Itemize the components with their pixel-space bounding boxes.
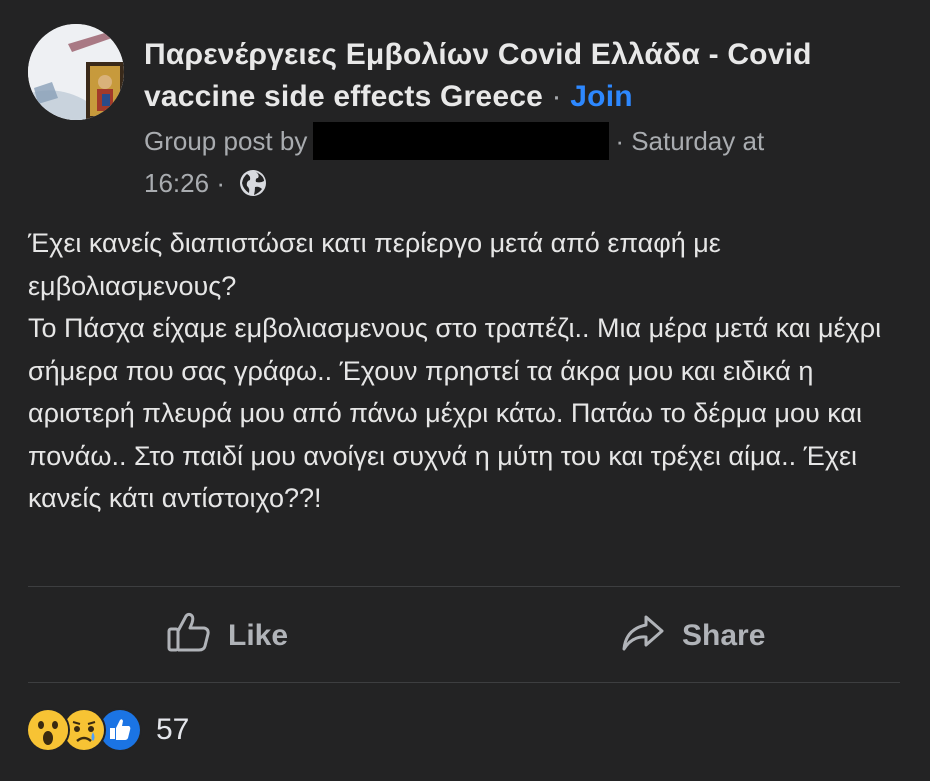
post-header: Παρενέργειες Εμβολίων Covid Ελλάδα - Cov… <box>144 34 904 210</box>
group-avatar-image <box>28 24 124 120</box>
post-meta: Group post by · Saturday at 16:26 · <box>144 120 904 210</box>
share-arrow-icon <box>620 609 666 663</box>
share-button[interactable]: Share <box>620 608 765 664</box>
reaction-count: 57 <box>156 713 190 746</box>
reaction-summary[interactable]: 57 <box>26 708 189 752</box>
post-meta-prefix: Group post by <box>144 126 308 156</box>
privacy-separator: · <box>216 168 225 198</box>
group-avatar[interactable] <box>28 24 124 120</box>
like-label: Like <box>228 619 289 652</box>
thumbs-up-icon <box>166 609 212 663</box>
redacted-author-name <box>313 122 610 160</box>
like-button[interactable]: Like <box>166 608 288 664</box>
group-title-line: Παρενέργειες Εμβολίων Covid Ελλάδα - Cov… <box>144 34 904 118</box>
share-label: Share <box>682 619 766 652</box>
group-name-link[interactable]: Παρενέργειες Εμβολίων Covid Ελλάδα - Cov… <box>144 38 812 113</box>
post-body-text: Έχει κανείς διαπιστώσει κατι περίεργο με… <box>28 228 882 513</box>
join-button[interactable]: Join <box>570 80 632 113</box>
post-time[interactable]: 16:26 <box>144 168 209 198</box>
post-day[interactable]: · Saturday at <box>615 126 764 156</box>
globe-icon[interactable] <box>238 168 268 210</box>
divider-bottom <box>28 682 900 683</box>
title-separator: · <box>551 80 562 113</box>
wow-reaction-icon <box>26 708 70 752</box>
divider-top <box>28 586 900 587</box>
